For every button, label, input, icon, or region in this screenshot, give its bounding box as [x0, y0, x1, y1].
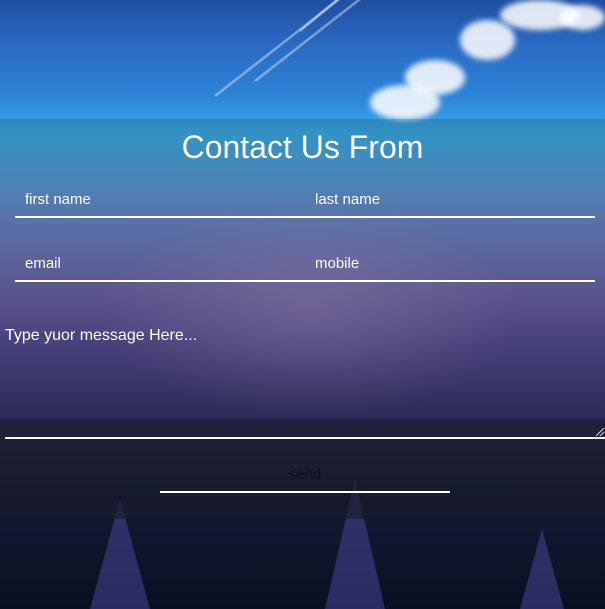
email-field-wrapper	[15, 246, 305, 282]
email-input[interactable]	[15, 246, 305, 280]
last-name-input[interactable]	[305, 182, 595, 216]
message-textarea[interactable]	[5, 321, 605, 437]
message-field-wrapper	[5, 321, 605, 439]
first-name-input[interactable]	[15, 182, 305, 216]
resize-handle-icon[interactable]	[596, 428, 604, 436]
form-title: Contact Us From	[181, 129, 424, 165]
sky-streak	[214, 0, 342, 97]
cloud	[460, 20, 515, 60]
sky-streak	[254, 0, 366, 82]
first-name-field-wrapper	[15, 182, 305, 218]
background-scene: Contact Us From send	[0, 0, 605, 609]
cloud	[405, 60, 465, 95]
contact-form: Contact Us From send	[0, 119, 605, 519]
sky-streak	[299, 0, 393, 32]
send-button[interactable]: send	[160, 457, 450, 493]
mobile-field-wrapper	[305, 246, 595, 282]
tree	[520, 529, 564, 609]
last-name-field-wrapper	[305, 182, 595, 218]
mobile-input[interactable]	[305, 246, 595, 280]
cloud	[560, 5, 605, 30]
